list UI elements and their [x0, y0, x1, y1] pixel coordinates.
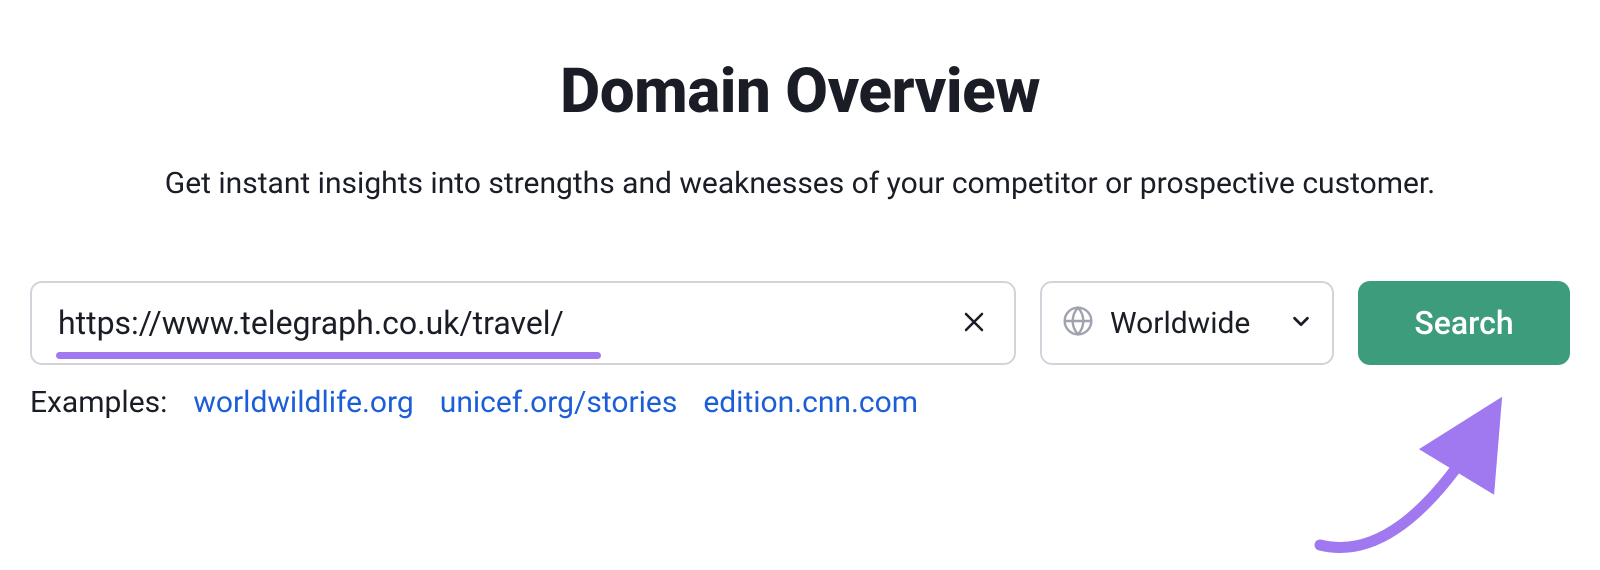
page-title: Domain Overview [560, 55, 1040, 128]
example-link[interactable]: unicef.org/stories [440, 385, 678, 420]
example-link[interactable]: worldwildlife.org [193, 385, 413, 420]
close-icon [962, 310, 986, 337]
search-button[interactable]: Search [1358, 281, 1570, 365]
region-label: Worldwide [1110, 306, 1274, 341]
example-link[interactable]: edition.cnn.com [703, 385, 918, 420]
globe-icon [1062, 305, 1094, 341]
region-select[interactable]: Worldwide [1040, 281, 1334, 365]
clear-input-button[interactable] [956, 305, 992, 341]
examples-label: Examples: [30, 385, 167, 420]
chevron-down-icon [1290, 310, 1312, 336]
page-subtitle: Get instant insights into strengths and … [165, 166, 1435, 201]
search-row: Worldwide Search [30, 281, 1570, 365]
examples-row: Examples: worldwildlife.org unicef.org/s… [30, 385, 1570, 420]
search-button-label: Search [1414, 304, 1513, 342]
domain-input[interactable] [30, 281, 1016, 365]
